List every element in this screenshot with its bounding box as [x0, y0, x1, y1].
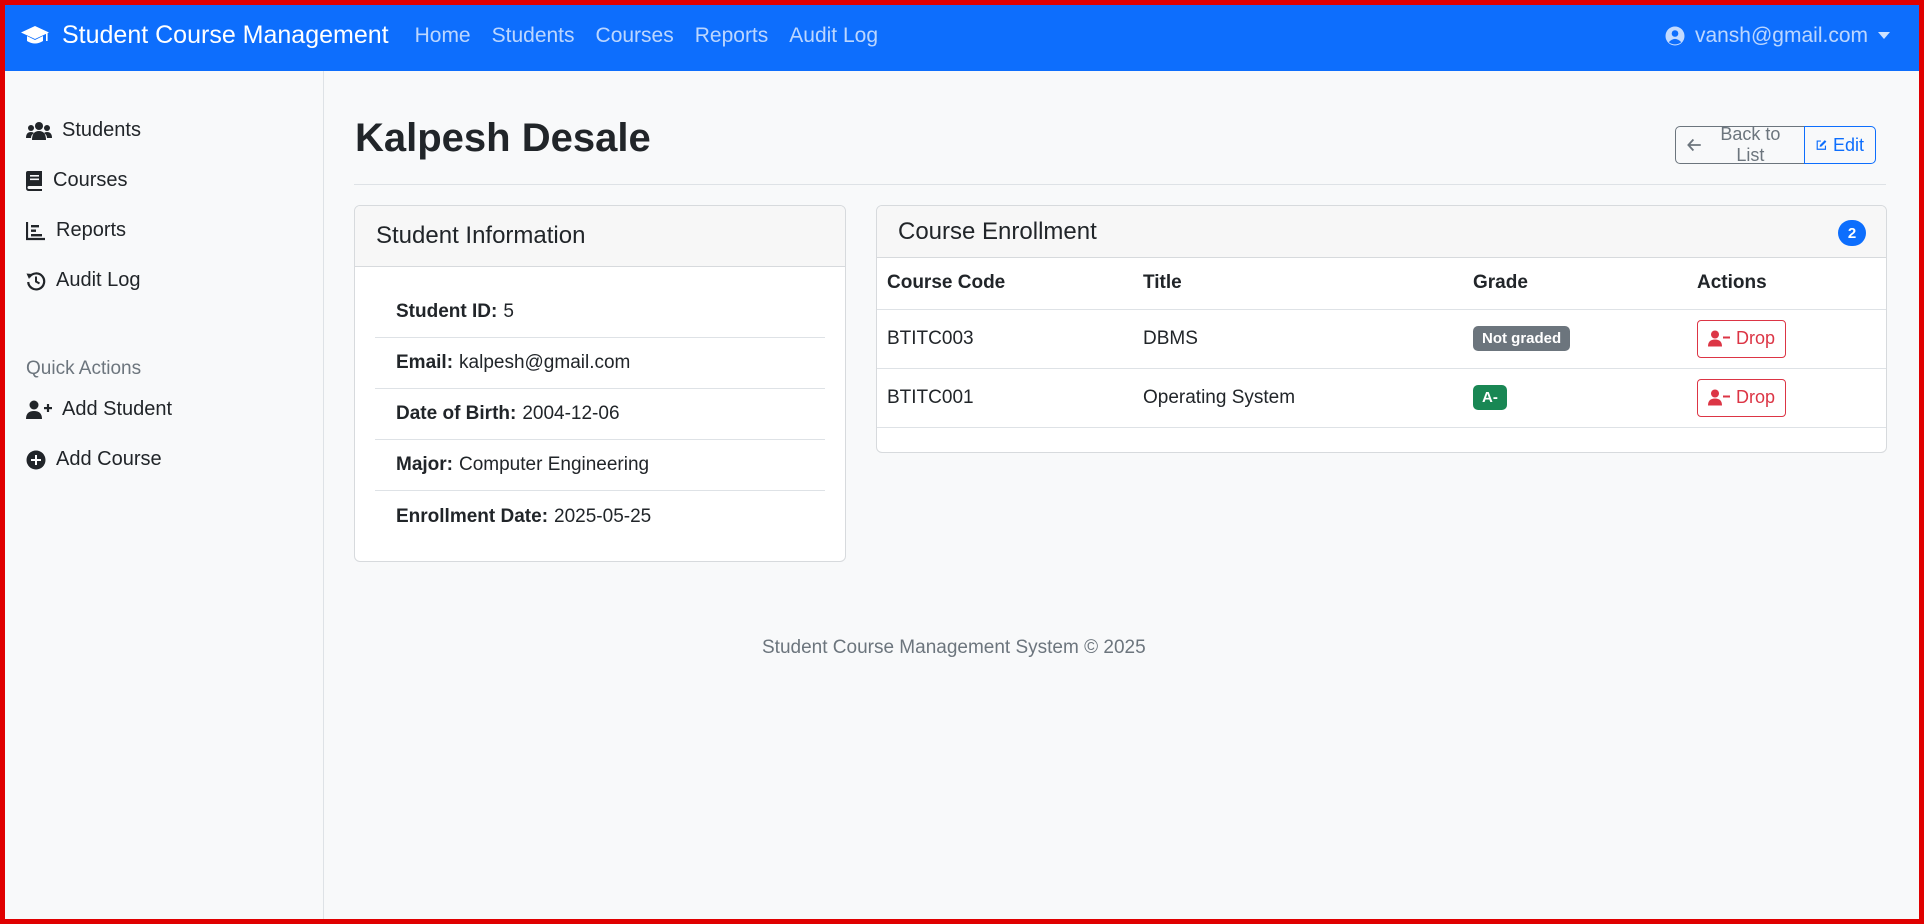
- info-value: kalpesh@gmail.com: [459, 352, 631, 373]
- column-header-title: Title: [1133, 258, 1463, 310]
- cell-title: DBMS: [1133, 309, 1463, 369]
- user-plus-icon: [26, 400, 52, 419]
- nav-audit-log[interactable]: Audit Log: [789, 24, 878, 48]
- brand-title: Student Course Management: [62, 21, 389, 49]
- column-header-actions: Actions: [1687, 258, 1886, 310]
- sidebar-item-label: Reports: [56, 219, 127, 241]
- sidebar-item-label: Students: [62, 119, 141, 141]
- user-email: vansh@gmail.com: [1694, 23, 1868, 47]
- info-value: Computer Engineering: [459, 454, 650, 475]
- graduation-cap-icon: [21, 25, 49, 43]
- arrow-left-icon: [1687, 138, 1701, 152]
- student-info-list: Student ID: 5 Email: kalpesh@gmail.com D…: [355, 267, 845, 542]
- nav-courses[interactable]: Courses: [596, 24, 674, 48]
- nav-links: Home Students Courses Reports Audit Log: [415, 24, 899, 48]
- drop-button[interactable]: Drop: [1697, 319, 1787, 358]
- grade-badge: Not graded: [1473, 326, 1571, 351]
- chart-icon: [26, 221, 45, 240]
- cell-course-code: BTITC003: [877, 309, 1133, 369]
- grade-badge: A-: [1473, 385, 1507, 410]
- back-label: Back to List: [1720, 124, 1781, 165]
- student-info-header: Student Information: [355, 206, 845, 267]
- users-icon: [26, 121, 52, 140]
- info-row-enrollment-date: Enrollment Date: 2025-05-25: [375, 491, 825, 542]
- column-header-grade: Grade: [1463, 258, 1687, 310]
- drop-label: Drop: [1736, 328, 1776, 348]
- nav-students[interactable]: Students: [492, 24, 575, 48]
- info-row-major: Major: Computer Engineering: [375, 440, 825, 491]
- header-button-group: Back to List Edit: [1675, 124, 1876, 165]
- course-enrollment-card: Course Enrollment 2 Course Code Title Gr…: [876, 205, 1887, 453]
- cell-grade: A-: [1463, 368, 1687, 428]
- quick-actions-heading: Quick Actions: [26, 358, 142, 379]
- enrollment-table: Course Code Title Grade Actions BTITC003…: [877, 258, 1886, 428]
- course-enrollment-header: Course Enrollment 2: [877, 206, 1886, 258]
- info-value: 2025-05-25: [554, 505, 652, 527]
- quick-action-add-student[interactable]: Add Student: [26, 398, 172, 421]
- info-row-student-id: Student ID: 5: [375, 287, 825, 338]
- sidebar-item-label: Courses: [53, 169, 128, 191]
- user-minus-icon: [1708, 330, 1730, 347]
- back-to-list-button[interactable]: Back to List: [1675, 124, 1805, 165]
- info-row-email: Email: kalpesh@gmail.com: [375, 338, 825, 389]
- sidebar-item-audit-log[interactable]: Audit Log: [26, 269, 141, 292]
- cell-actions: Drop: [1687, 309, 1886, 369]
- sidebar-item-label: Audit Log: [56, 269, 141, 291]
- sidebar-item-courses[interactable]: Courses: [26, 169, 127, 192]
- cell-course-code: BTITC001: [877, 368, 1133, 428]
- sidebar-item-students[interactable]: Students: [26, 119, 141, 142]
- cell-actions: Drop: [1687, 368, 1886, 428]
- drop-button[interactable]: Drop: [1697, 378, 1787, 417]
- info-value: 5: [503, 301, 514, 322]
- info-value: 2004-12-06: [522, 403, 620, 424]
- course-enrollment-title: Course Enrollment: [898, 217, 1097, 245]
- enrollment-count-badge: 2: [1838, 220, 1866, 246]
- edit-icon: [1816, 140, 1827, 150]
- plus-circle-icon: [26, 450, 46, 469]
- info-label: Enrollment Date:: [396, 505, 549, 527]
- table-row: BTITC003 DBMS Not graded Drop: [877, 309, 1886, 369]
- nav-reports[interactable]: Reports: [695, 24, 769, 48]
- user-minus-icon: [1708, 389, 1730, 406]
- nav-home[interactable]: Home: [415, 24, 471, 48]
- quick-action-label: Add Student: [62, 398, 173, 420]
- info-label: Student ID:: [396, 301, 498, 322]
- top-navbar: Student Course Management Home Students …: [0, 0, 1924, 71]
- user-circle-icon: [1665, 26, 1685, 45]
- sidebar-item-reports[interactable]: Reports: [26, 219, 126, 242]
- table-header-row: Course Code Title Grade Actions: [877, 258, 1886, 310]
- info-label: Email:: [396, 352, 454, 373]
- column-header-course-code: Course Code: [877, 258, 1133, 310]
- info-row-dob: Date of Birth: 2004-12-06: [375, 389, 825, 440]
- page-title: Kalpesh Desale: [355, 116, 651, 160]
- brand-link[interactable]: Student Course Management: [20, 21, 389, 50]
- user-menu-toggle[interactable]: vansh@gmail.com: [1665, 0, 1890, 71]
- drop-label: Drop: [1736, 387, 1776, 407]
- title-divider: [354, 184, 1886, 185]
- cell-title: Operating System: [1133, 368, 1463, 428]
- quick-action-label: Add Course: [56, 448, 162, 470]
- info-label: Date of Birth:: [396, 403, 517, 424]
- footer-text: Student Course Management System © 2025: [762, 637, 1146, 658]
- edit-button[interactable]: Edit: [1804, 126, 1876, 164]
- info-label: Major:: [396, 454, 453, 475]
- quick-action-add-course[interactable]: Add Course: [26, 448, 162, 471]
- table-row: BTITC001 Operating System A- Drop: [877, 368, 1886, 428]
- sidebar: Students Courses Reports Audit Log Quick…: [5, 71, 324, 919]
- chevron-down-icon: [1878, 32, 1890, 39]
- history-icon: [26, 271, 46, 290]
- book-icon: [26, 170, 42, 191]
- edit-label: Edit: [1832, 134, 1864, 155]
- student-info-card: Student Information Student ID: 5 Email:…: [354, 205, 846, 562]
- cell-grade: Not graded: [1463, 309, 1687, 369]
